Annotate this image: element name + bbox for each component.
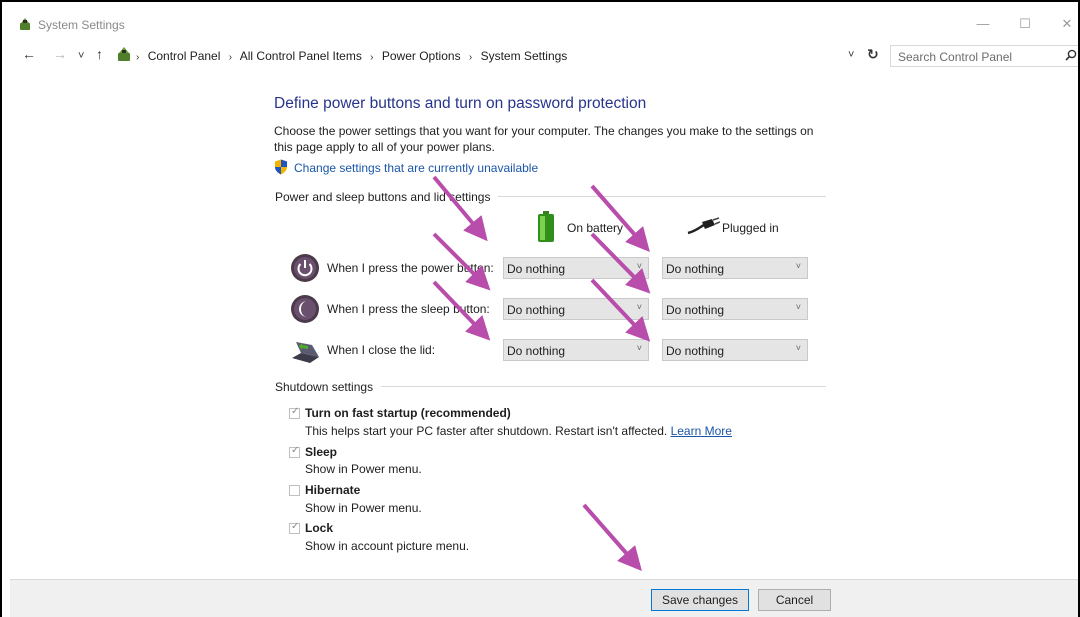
chevron-down-icon: ˅	[795, 343, 801, 353]
sleep-button-label: When I press the sleep button:	[327, 302, 490, 316]
power-plug-icon	[687, 217, 720, 235]
checkmark-icon: ✓	[291, 406, 300, 417]
power-options-icon	[20, 18, 30, 30]
select-value: Do nothing	[666, 344, 725, 358]
hibernate-description: Show in Power menu.	[305, 501, 422, 515]
breadcrumb-system-settings[interactable]: System Settings	[481, 49, 568, 63]
checkmark-icon: ✓	[291, 445, 300, 456]
checkmark-icon: ✓	[291, 521, 300, 532]
forward-arrow-icon[interactable]: →	[53, 46, 67, 62]
chevron-down-icon: ˅	[636, 261, 642, 271]
breadcrumb-power-options[interactable]: Power Options	[382, 49, 461, 63]
close-lid-battery-select[interactable]: Do nothing ˅	[503, 339, 649, 361]
learn-more-link[interactable]: Learn More	[671, 424, 732, 438]
on-battery-header: On battery	[567, 221, 624, 235]
window-title: System Settings	[38, 18, 125, 32]
power-button-icon	[291, 254, 319, 282]
address-dropdown-chevron-icon[interactable]: ˅	[848, 49, 854, 61]
refresh-icon[interactable]: ↻	[867, 46, 879, 63]
sleep-checkbox[interactable]: ✓	[289, 445, 300, 458]
fast-startup-title: Turn on fast startup (recommended)	[305, 406, 511, 420]
page-title: Define power buttons and turn on passwor…	[274, 95, 647, 112]
sleep-button-battery-select[interactable]: Do nothing ˅	[503, 298, 649, 320]
breadcrumb-control-panel[interactable]: Control Panel	[148, 49, 221, 63]
sleep-button-plugged-select[interactable]: Do nothing ˅	[662, 298, 808, 320]
power-button-label: When I press the power button:	[327, 261, 494, 275]
chevron-down-icon: ˅	[795, 302, 801, 312]
select-value: Do nothing	[507, 262, 566, 276]
chevron-down-icon: ˅	[795, 261, 801, 271]
lock-title: Lock	[305, 521, 334, 535]
page-description: Choose the power settings that you want …	[274, 124, 814, 154]
sleep-description: Show in Power menu.	[305, 462, 422, 476]
shutdown-group-label: Shutdown settings	[275, 380, 382, 394]
maximize-button[interactable]: ☐	[1010, 14, 1040, 34]
footer-bar	[10, 580, 1078, 617]
fast-startup-description: This helps start your PC faster after sh…	[305, 424, 732, 438]
hibernate-title: Hibernate	[305, 483, 361, 497]
select-value: Do nothing	[666, 303, 725, 317]
fast-startup-checkbox[interactable]: ✓	[289, 406, 300, 419]
breadcrumb-separator-icon: ›	[370, 52, 374, 63]
annotation-arrow	[582, 503, 642, 572]
select-value: Do nothing	[507, 303, 566, 317]
search-icon[interactable]	[1065, 49, 1077, 61]
search-input[interactable]: Search Control Panel	[890, 45, 1078, 67]
chevron-down-icon: ˅	[636, 343, 642, 353]
change-settings-link[interactable]: Change settings that are currently unava…	[294, 161, 538, 175]
recent-locations-chevron-icon[interactable]: ˅	[78, 48, 84, 64]
battery-icon	[538, 211, 554, 242]
annotation-arrow	[432, 175, 488, 242]
power-button-battery-select[interactable]: Do nothing ˅	[503, 257, 649, 279]
uac-shield-icon	[275, 159, 287, 175]
up-arrow-icon[interactable]: ↑	[96, 46, 103, 62]
breadcrumb-separator-icon: ›	[228, 52, 233, 63]
breadcrumb-separator-icon: ›	[136, 52, 140, 63]
close-lid-plugged-select[interactable]: Do nothing ˅	[662, 339, 808, 361]
select-value: Do nothing	[666, 262, 725, 276]
chevron-down-icon: ˅	[636, 302, 642, 312]
sleep-title: Sleep	[305, 445, 338, 459]
breadcrumb-separator-icon: ›	[468, 52, 473, 63]
back-arrow-icon[interactable]: ←	[22, 46, 36, 62]
breadcrumb-all-items[interactable]: All Control Panel Items	[240, 49, 362, 63]
power-group-label: Power and sleep buttons and lid settings	[275, 190, 499, 204]
sleep-button-icon	[291, 295, 319, 323]
power-button-plugged-select[interactable]: Do nothing ˅	[662, 257, 808, 279]
close-button[interactable]: ✕	[1052, 14, 1078, 34]
lock-checkbox[interactable]: ✓	[289, 521, 300, 534]
lock-description: Show in account picture menu.	[305, 539, 470, 553]
control-panel-icon	[118, 47, 130, 61]
close-lid-label: When I close the lid:	[327, 343, 436, 357]
minimize-button[interactable]: —	[968, 14, 998, 34]
hibernate-checkbox[interactable]	[289, 485, 300, 496]
plugged-in-header: Plugged in	[722, 221, 779, 235]
select-value: Do nothing	[507, 344, 566, 358]
cancel-button[interactable]: Cancel	[758, 589, 831, 611]
title-bar: System Settings — ☐ ✕	[2, 2, 1078, 42]
laptop-lid-icon	[292, 342, 319, 363]
breadcrumb: › Control Panel › All Control Panel Item…	[136, 49, 567, 63]
save-changes-button[interactable]: Save changes	[651, 589, 749, 611]
window: System Settings — ☐ ✕ ← → ˅ ↑ › Control …	[0, 0, 1080, 617]
